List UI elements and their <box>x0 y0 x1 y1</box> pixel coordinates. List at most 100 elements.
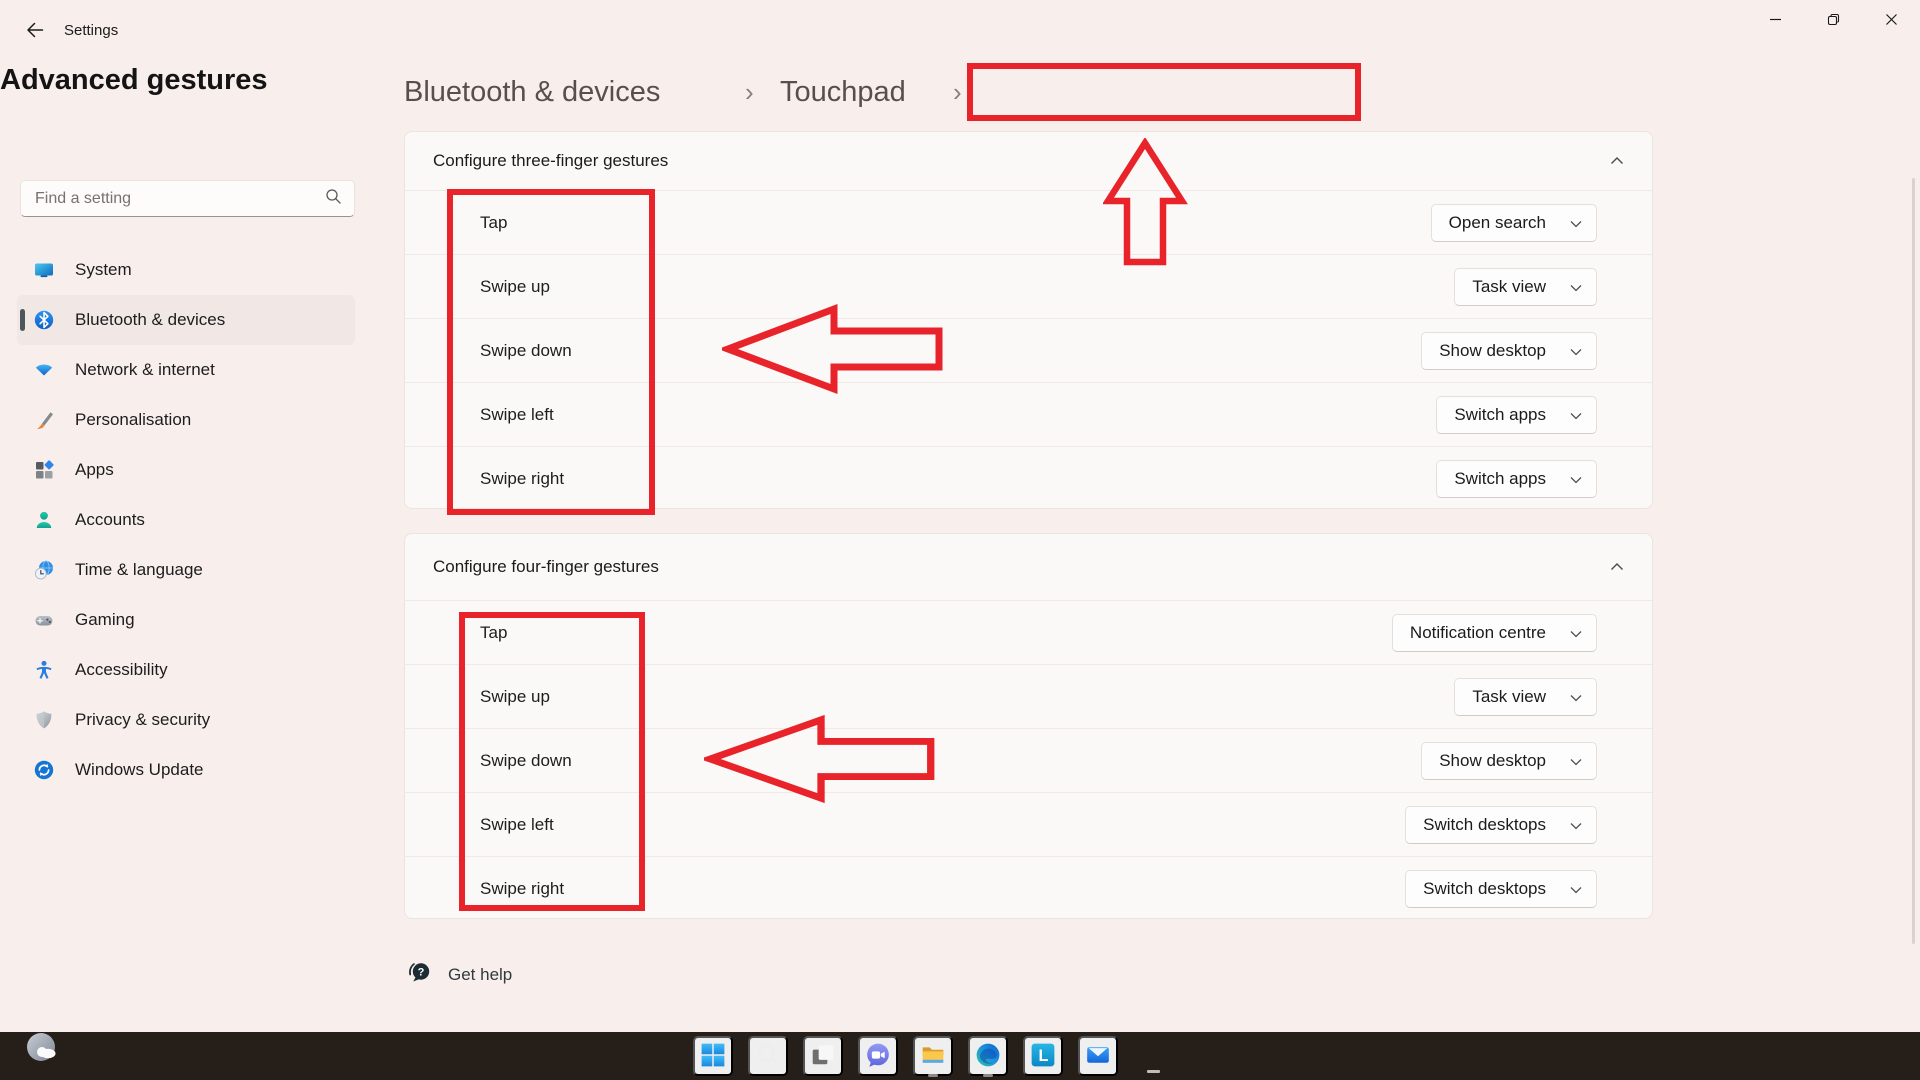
search-icon <box>325 188 342 210</box>
close-button[interactable] <box>1862 0 1920 42</box>
chevron-up-icon[interactable] <box>1610 558 1624 576</box>
gesture-row-label: Swipe right <box>480 879 564 899</box>
sidebar-item-bluetooth-devices[interactable]: Bluetooth & devices <box>17 295 355 345</box>
minimize-button[interactable] <box>1746 0 1804 42</box>
page-title: Advanced gestures <box>0 64 268 96</box>
taskbar: L <box>0 1032 1920 1080</box>
gesture-row-label: Swipe left <box>480 405 554 425</box>
mail-icon <box>1085 1042 1111 1071</box>
back-arrow-icon <box>25 21 45 42</box>
chat-icon <box>865 1042 891 1071</box>
gesture-row-label: Swipe down <box>480 751 572 771</box>
breadcrumb-bluetooth-devices[interactable]: Bluetooth & devices <box>404 64 660 120</box>
file-explorer-button[interactable] <box>913 1036 953 1076</box>
gesture-action-dropdown[interactable]: Task view <box>1454 678 1597 716</box>
sidebar-item-personalisation[interactable]: Personalisation <box>17 395 355 445</box>
get-help-link[interactable]: ? Get help <box>406 958 512 991</box>
window-controls <box>1746 0 1920 42</box>
chevron-up-icon[interactable] <box>1610 152 1624 170</box>
edge-icon <box>975 1042 1001 1071</box>
gesture-action-dropdown[interactable]: Switch apps <box>1436 396 1597 434</box>
selected-indicator <box>20 309 25 331</box>
three-finger-gestures-card: Configure three-finger gestures Tap Open… <box>404 131 1653 509</box>
weather-widget[interactable] <box>25 1031 61 1067</box>
apps-icon <box>33 459 55 481</box>
edge-button[interactable] <box>968 1036 1008 1076</box>
gesture-row-label: Swipe left <box>480 815 554 835</box>
sidebar-item-label: Privacy & security <box>75 710 210 730</box>
sidebar-item-system[interactable]: System <box>17 245 355 295</box>
sidebar-item-gaming[interactable]: Gaming <box>17 595 355 645</box>
privacy-security-icon <box>33 709 55 731</box>
chevron-down-icon <box>1570 815 1582 835</box>
sidebar-item-label: Gaming <box>75 610 135 630</box>
gesture-row-label: Swipe down <box>480 341 572 361</box>
dropdown-value: Show desktop <box>1439 751 1546 771</box>
three-finger-card-header[interactable]: Configure three-finger gestures <box>405 132 1652 190</box>
gesture-row-tap: Tap Notification centre <box>405 600 1652 664</box>
chat-button[interactable] <box>858 1036 898 1076</box>
accessibility-icon <box>33 659 55 681</box>
search-input[interactable] <box>35 190 325 208</box>
taskbar-dash <box>1147 1070 1160 1073</box>
dropdown-value: Task view <box>1472 687 1546 707</box>
breadcrumb-touchpad[interactable]: Touchpad <box>780 64 906 120</box>
chevron-down-icon <box>1570 213 1582 233</box>
section-title: Configure four-finger gestures <box>433 557 659 577</box>
sidebar-item-accounts[interactable]: Accounts <box>17 495 355 545</box>
restore-icon <box>1826 12 1841 30</box>
dropdown-value: Open search <box>1449 213 1546 233</box>
personalisation-icon <box>33 409 55 431</box>
gesture-row-swipe-right: Swipe right Switch apps <box>405 446 1652 510</box>
sidebar-item-label: System <box>75 260 132 280</box>
gesture-action-dropdown[interactable]: Notification centre <box>1392 614 1597 652</box>
search-icon <box>755 1042 781 1071</box>
gesture-row-swipe-up: Swipe up Task view <box>405 664 1652 728</box>
gesture-action-dropdown[interactable]: Show desktop <box>1421 742 1597 780</box>
l-app-icon: L <box>1030 1042 1056 1071</box>
get-help-icon: ? <box>406 958 433 991</box>
breadcrumb-separator-icon: › <box>745 64 754 120</box>
start-button[interactable] <box>693 1036 733 1076</box>
gesture-action-dropdown[interactable]: Switch apps <box>1436 460 1597 498</box>
chevron-down-icon <box>1570 623 1582 643</box>
gesture-row-label: Swipe up <box>480 687 550 707</box>
mail-button[interactable] <box>1078 1036 1118 1076</box>
taskbar-search-button[interactable] <box>748 1036 788 1076</box>
gesture-row-swipe-down: Swipe down Show desktop <box>405 728 1652 792</box>
gesture-row-swipe-right: Swipe right Switch desktops <box>405 856 1652 920</box>
sidebar-item-accessibility[interactable]: Accessibility <box>17 645 355 695</box>
search-box <box>20 180 355 217</box>
section-title: Configure three-finger gestures <box>433 151 668 171</box>
time-language-icon <box>33 559 55 581</box>
gesture-action-dropdown[interactable]: Switch desktops <box>1405 870 1597 908</box>
gesture-action-dropdown[interactable]: Open search <box>1431 204 1597 242</box>
gesture-action-dropdown[interactable]: Switch desktops <box>1405 806 1597 844</box>
gesture-row-tap: Tap Open search <box>405 190 1652 254</box>
dropdown-value: Show desktop <box>1439 341 1546 361</box>
four-finger-gestures-card: Configure four-finger gestures Tap Notif… <box>404 533 1653 919</box>
sidebar-item-time-language[interactable]: Time & language <box>17 545 355 595</box>
back-button[interactable] <box>18 16 52 46</box>
windows-update-icon <box>33 759 55 781</box>
running-indicator-file-explorer <box>928 1074 938 1077</box>
chevron-down-icon <box>1570 879 1582 899</box>
task-view-button[interactable] <box>803 1036 843 1076</box>
restore-button[interactable] <box>1804 0 1862 42</box>
sidebar-item-network-internet[interactable]: Network & internet <box>17 345 355 395</box>
sidebar-item-apps[interactable]: Apps <box>17 445 355 495</box>
bluetooth-icon <box>33 309 55 331</box>
sidebar-item-label: Accessibility <box>75 660 168 680</box>
l-app-button[interactable]: L <box>1023 1036 1063 1076</box>
sidebar-item-label: Windows Update <box>75 760 204 780</box>
sidebar-item-label: Time & language <box>75 560 203 580</box>
vertical-scrollbar[interactable] <box>1912 178 1915 944</box>
gesture-action-dropdown[interactable]: Show desktop <box>1421 332 1597 370</box>
chevron-down-icon <box>1570 469 1582 489</box>
get-help-label: Get help <box>448 965 512 985</box>
sidebar-item-windows-update[interactable]: Windows Update <box>17 745 355 795</box>
gesture-row-label: Tap <box>480 213 507 233</box>
gesture-action-dropdown[interactable]: Task view <box>1454 268 1597 306</box>
four-finger-card-header[interactable]: Configure four-finger gestures <box>405 534 1652 600</box>
sidebar-item-privacy-security[interactable]: Privacy & security <box>17 695 355 745</box>
